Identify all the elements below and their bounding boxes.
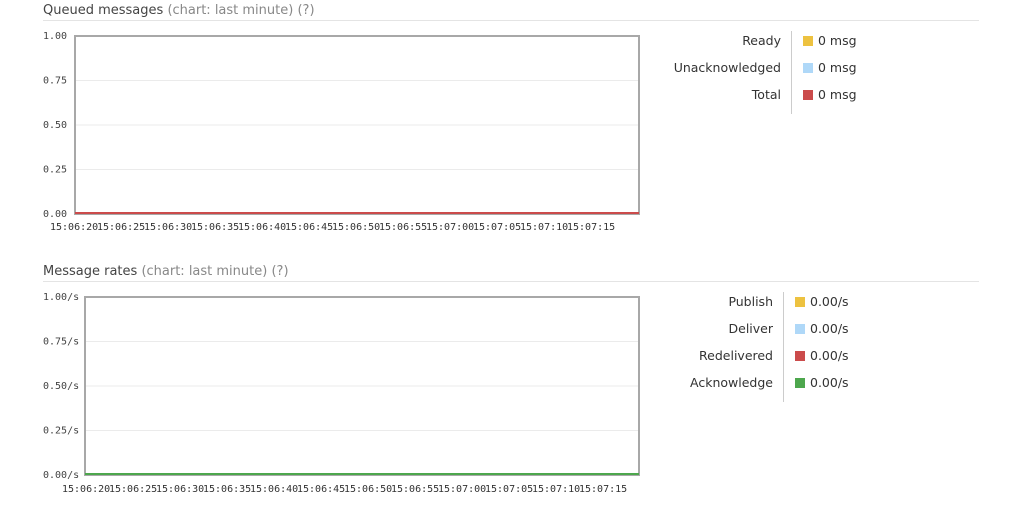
legend-value-text: 0.00/s bbox=[810, 375, 849, 390]
legend-swatch-icon bbox=[803, 90, 813, 100]
legend-swatch-icon bbox=[803, 63, 813, 73]
legend-separator bbox=[791, 31, 792, 114]
legend-swatch-icon bbox=[795, 378, 805, 388]
legend-label: Acknowledge bbox=[690, 375, 773, 390]
x-tick-label: 15:07:10 bbox=[532, 484, 580, 495]
legend-label: Deliver bbox=[728, 321, 774, 336]
legend-swatch-icon bbox=[795, 297, 805, 307]
x-tick-label: 15:07:00 bbox=[426, 222, 474, 233]
y-tick-label: 0.25/s bbox=[43, 426, 79, 437]
legend-item: Ready 0 msg bbox=[631, 31, 871, 51]
x-tick-label: 15:06:50 bbox=[344, 484, 392, 495]
legend-separator bbox=[783, 292, 784, 402]
legend-item: Acknowledge 0.00/s bbox=[631, 373, 871, 393]
x-tick-label: 15:06:35 bbox=[203, 484, 251, 495]
x-tick-label: 15:06:50 bbox=[332, 222, 380, 233]
legend-item: Publish 0.00/s bbox=[631, 292, 871, 312]
y-tick-label: 0.50/s bbox=[43, 381, 79, 392]
x-tick-label: 15:06:20 bbox=[62, 484, 110, 495]
y-tick-label: 0.75 bbox=[43, 76, 67, 87]
x-tick-label: 15:07:05 bbox=[473, 222, 521, 233]
legend-value-text: 0.00/s bbox=[810, 321, 849, 336]
x-tick-label: 15:06:25 bbox=[97, 222, 145, 233]
legend-value: 0 msg bbox=[803, 85, 857, 105]
x-tick-label: 15:06:35 bbox=[191, 222, 239, 233]
legend-label: Unacknowledged bbox=[673, 60, 781, 75]
legend-value: 0.00/s bbox=[795, 319, 849, 339]
legend-value-text: 0.00/s bbox=[810, 348, 849, 363]
y-tick-label: 1.00/s bbox=[43, 292, 79, 303]
x-tick-label: 15:06:20 bbox=[50, 222, 98, 233]
legend-item: Redelivered 0.00/s bbox=[631, 346, 871, 366]
x-tick-label: 15:06:45 bbox=[297, 484, 345, 495]
legend-item: Unacknowledged 0 msg bbox=[631, 58, 871, 78]
y-tick-label: 0.50 bbox=[43, 120, 67, 131]
y-tick-label: 0.00/s bbox=[43, 470, 79, 481]
legend-value: 0 msg bbox=[803, 58, 857, 78]
x-tick-label: 15:07:15 bbox=[579, 484, 627, 495]
legend-value-text: 0 msg bbox=[818, 87, 857, 102]
legend-swatch-icon bbox=[795, 324, 805, 334]
x-tick-label: 15:06:30 bbox=[156, 484, 204, 495]
legend-value: 0 msg bbox=[803, 31, 857, 51]
x-tick-label: 15:06:30 bbox=[144, 222, 192, 233]
x-tick-label: 15:07:10 bbox=[520, 222, 568, 233]
y-tick-label: 0.00 bbox=[43, 209, 67, 220]
x-tick-label: 15:06:25 bbox=[109, 484, 157, 495]
legend-label: Ready bbox=[742, 33, 781, 48]
x-tick-label: 15:07:00 bbox=[438, 484, 486, 495]
legend-label: Total bbox=[751, 87, 781, 102]
x-tick-label: 15:07:15 bbox=[567, 222, 615, 233]
queued-messages-chart: 1.000.750.500.250.0015:06:2015:06:2515:0… bbox=[43, 31, 640, 233]
legend-value: 0.00/s bbox=[795, 346, 849, 366]
legend-value-text: 0.00/s bbox=[810, 294, 849, 309]
legend-value-text: 0 msg bbox=[818, 60, 857, 75]
message-rates-chart: 1.00/s0.75/s0.50/s0.25/s0.00/s15:06:2015… bbox=[43, 292, 640, 495]
legend-item: Deliver 0.00/s bbox=[631, 319, 871, 339]
y-tick-label: 0.75/s bbox=[43, 337, 79, 348]
legend-label: Redelivered bbox=[699, 348, 773, 363]
legend-item: Total 0 msg bbox=[631, 85, 871, 105]
message-rates-section: Message rates (chart: last minute) (?) 1… bbox=[43, 264, 979, 504]
x-tick-label: 15:06:55 bbox=[379, 222, 427, 233]
x-tick-label: 15:07:05 bbox=[485, 484, 533, 495]
legend-label: Publish bbox=[728, 294, 773, 309]
legend-swatch-icon bbox=[803, 36, 813, 46]
queued-messages-section: Queued messages (chart: last minute) (?)… bbox=[43, 3, 979, 243]
legend-value-text: 0 msg bbox=[818, 33, 857, 48]
legend-swatch-icon bbox=[795, 351, 805, 361]
x-tick-label: 15:06:45 bbox=[285, 222, 333, 233]
y-tick-label: 1.00 bbox=[43, 31, 67, 42]
x-tick-label: 15:06:55 bbox=[391, 484, 439, 495]
x-tick-label: 15:06:40 bbox=[238, 222, 286, 233]
queued-messages-legend: Ready 0 msg Unacknowledged 0 msg Total 0 msg bbox=[631, 31, 871, 116]
x-tick-label: 15:06:40 bbox=[250, 484, 298, 495]
message-rates-legend: Publish 0.00/s Deliver 0.00/s Redelivered 0.0… bbox=[631, 292, 871, 404]
legend-value: 0.00/s bbox=[795, 292, 849, 312]
y-tick-label: 0.25 bbox=[43, 165, 67, 176]
legend-value: 0.00/s bbox=[795, 373, 849, 393]
